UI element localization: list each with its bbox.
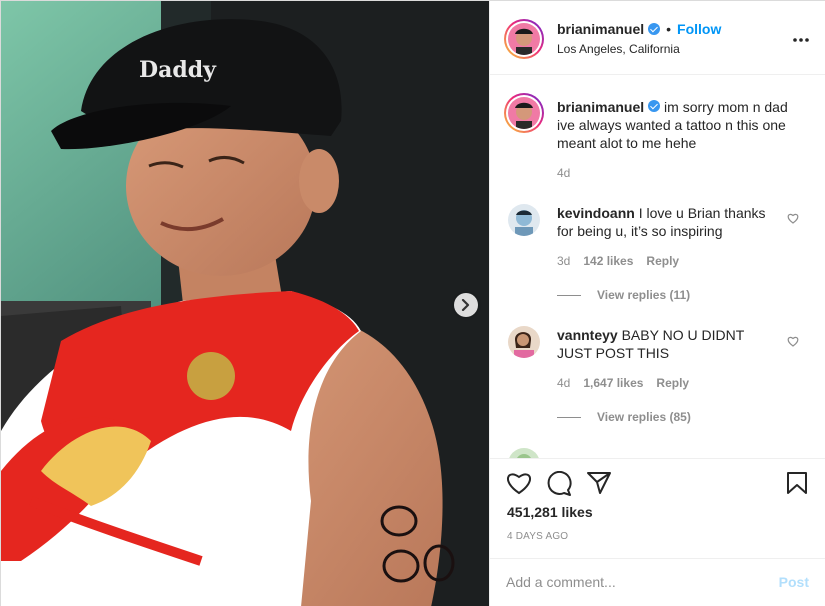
post-side-panel: brianimanuel • Follow Los Angeles, Calif… (489, 1, 825, 606)
caption-text: brianimanuel im sorry mom n dad ive alwa… (557, 98, 807, 152)
comment-text: vannteyy BABY NO U DIDNT JUST POST THIS (557, 326, 779, 362)
post-header: brianimanuel • Follow Los Angeles, Calif… (490, 1, 825, 75)
reply-button[interactable]: Reply (646, 254, 679, 268)
view-replies-button[interactable]: View replies (85) (557, 410, 691, 424)
carousel-dot[interactable] (243, 587, 249, 593)
comment-avatar[interactable] (508, 448, 540, 458)
carousel-dot[interactable] (253, 587, 259, 593)
likes-count[interactable]: 451,281 likes (507, 504, 593, 520)
heart-icon[interactable] (506, 471, 532, 495)
caption-username[interactable]: brianimanuel (557, 99, 644, 115)
comment-meta: 4d 1,647 likes Reply (557, 376, 689, 390)
comment-icon[interactable] (546, 471, 572, 497)
post-location[interactable]: Los Angeles, California (557, 42, 680, 56)
hat-text: Daddy (139, 57, 217, 83)
comment-meta: 3d 142 likes Reply (557, 254, 679, 268)
post-comment-button[interactable]: Post (779, 574, 809, 590)
comment-likes[interactable]: 1,647 likes (583, 376, 643, 390)
post-actions: 451,281 likes 4 DAYS AGO (490, 458, 825, 558)
caption-timestamp[interactable]: 4d (557, 166, 570, 180)
comment-composer: Post (490, 558, 825, 606)
add-comment-input[interactable] (506, 571, 756, 593)
verified-badge-icon (648, 100, 661, 112)
post-modal: Daddy brianimanuel • Follow Los Angeles,… (0, 0, 825, 606)
view-replies-label: View replies (85) (597, 410, 691, 424)
comment-username[interactable]: kevindoann (557, 205, 635, 221)
post-photo[interactable]: Daddy (1, 1, 489, 606)
share-icon[interactable] (586, 471, 612, 495)
comment-text: kevindoann I love u Brian thanks for bei… (557, 204, 779, 240)
comment-likes[interactable]: 142 likes (583, 254, 633, 268)
comment-username[interactable]: vannteyy (557, 327, 618, 343)
comments-list[interactable]: brianimanuel im sorry mom n dad ive alwa… (490, 76, 825, 458)
carousel-dot[interactable] (223, 587, 229, 593)
view-replies-button[interactable]: View replies (11) (557, 288, 690, 302)
chevron-right-icon (461, 299, 470, 311)
comment-like-heart-icon[interactable] (787, 213, 799, 224)
author-line: brianimanuel • Follow (557, 21, 721, 37)
next-photo-button[interactable] (454, 293, 478, 317)
carousel-indicator (223, 587, 269, 593)
bookmark-icon[interactable] (786, 471, 808, 495)
comment-avatar[interactable] (508, 326, 540, 358)
follow-button[interactable]: Follow (677, 21, 721, 37)
more-options-icon[interactable] (793, 27, 809, 45)
carousel-dot[interactable] (263, 587, 269, 593)
comment-time[interactable]: 3d (557, 254, 570, 268)
author-avatar[interactable] (504, 19, 544, 59)
verified-badge-icon (648, 23, 661, 35)
author-username[interactable]: brianimanuel (557, 21, 644, 37)
divider-line (557, 416, 581, 418)
divider-line (557, 294, 581, 296)
carousel-dot[interactable] (233, 587, 239, 593)
comment-time[interactable]: 4d (557, 376, 570, 390)
view-replies-label: View replies (11) (597, 288, 691, 302)
reply-button[interactable]: Reply (656, 376, 689, 390)
photo-image: Daddy (1, 1, 489, 606)
separator-bullet: • (666, 21, 672, 37)
caption-avatar[interactable] (504, 93, 544, 133)
comment-avatar[interactable] (508, 204, 540, 236)
comment-like-heart-icon[interactable] (787, 336, 799, 347)
post-date[interactable]: 4 DAYS AGO (507, 531, 568, 542)
